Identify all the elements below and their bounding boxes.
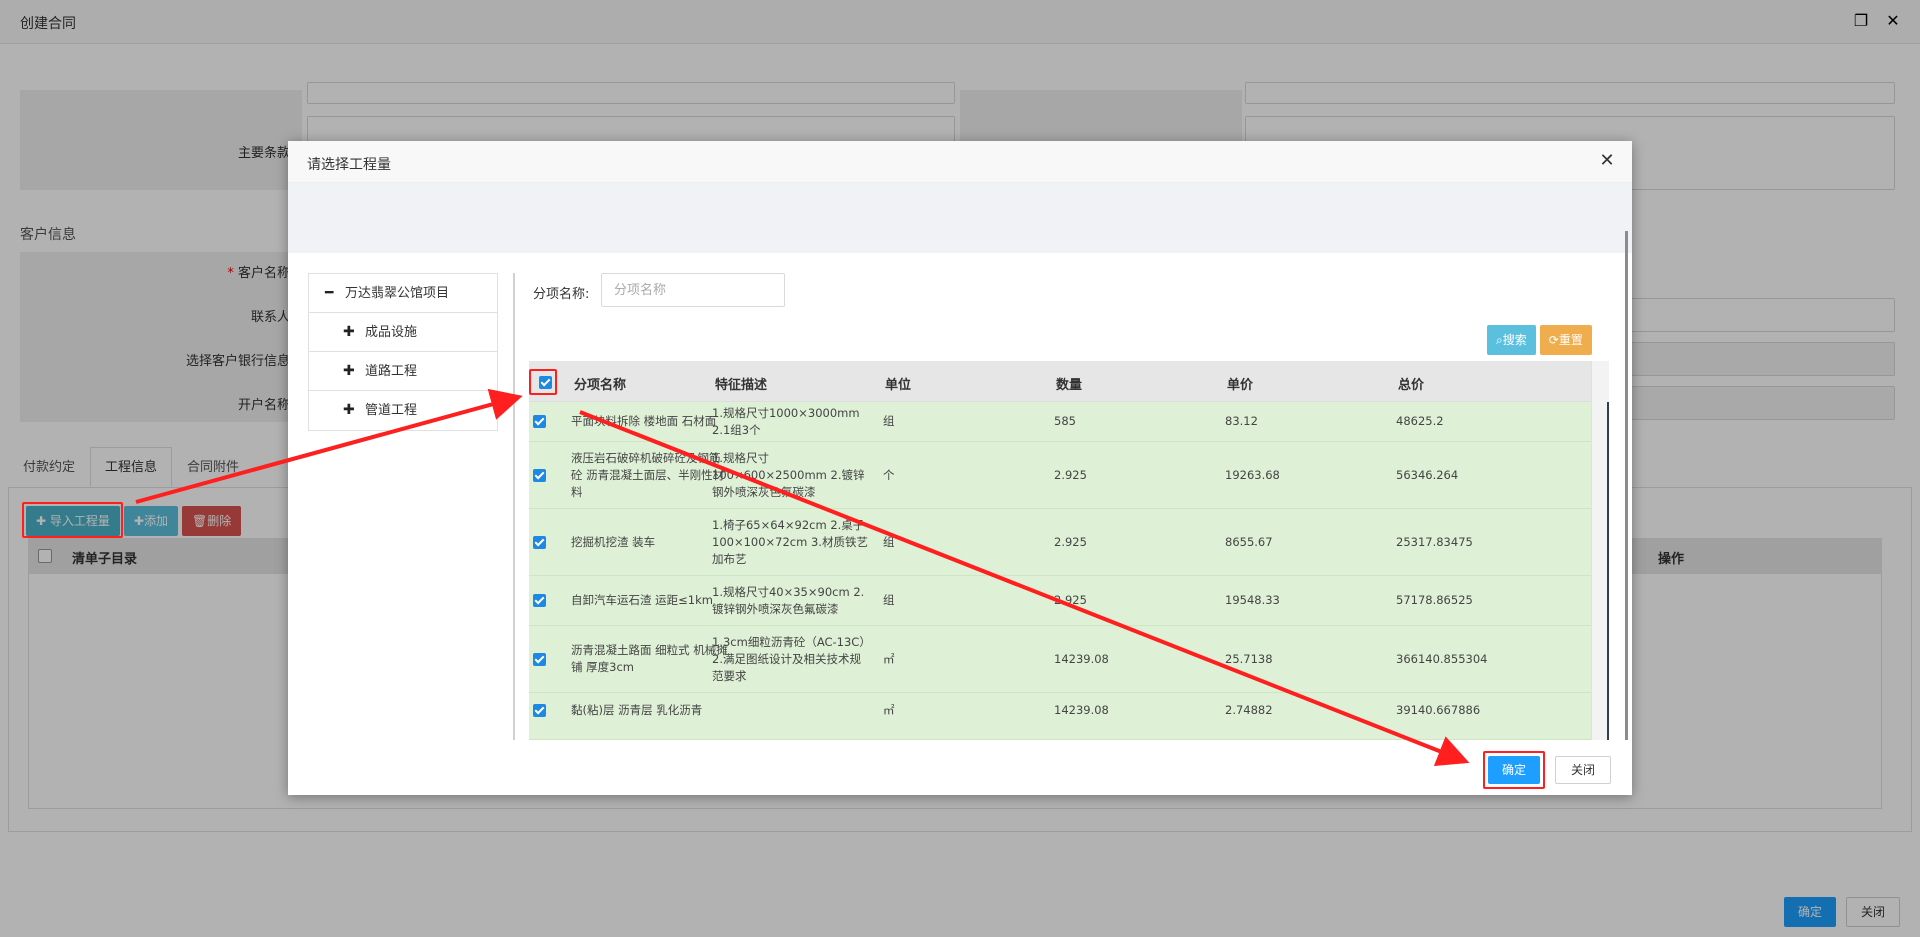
cell-item-name: 黏(粘)层 沥青层 乳化沥青 (571, 703, 703, 717)
item-name-search-input[interactable] (601, 273, 785, 307)
search-button[interactable]: ⌕搜索 (1487, 325, 1536, 355)
tree-item-label: 管道工程 (365, 403, 418, 418)
cell-quantity: 14239.08 (1054, 703, 1109, 717)
col-description: 特征描述 (715, 378, 768, 393)
cell-quantity: 2.925 (1054, 593, 1087, 607)
cell-quantity: 2.925 (1054, 468, 1087, 482)
reset-button[interactable]: ⟳重置 (1539, 325, 1592, 355)
row-checkbox[interactable] (533, 536, 546, 549)
select-quantities-dialog: 请选择工程量 ✕ ━ 万达翡翠公馆项目 ✚ 成品设施 ✚ 道路工程 ✚ 管道工程… (288, 141, 1632, 795)
search-actions: ⌕搜索 ⟳重置 (1487, 325, 1592, 355)
cell-total: 25317.83475 (1396, 535, 1473, 549)
dialog-ok-button[interactable]: 确定 (1488, 756, 1540, 784)
search-icon: ⌕ (1496, 333, 1503, 347)
search-button-label: 搜索 (1502, 333, 1527, 347)
cell-unit-price: 19263.68 (1225, 468, 1280, 482)
table-header: 分项名称 特征描述 单位 数量 单价 总价 (529, 361, 1591, 402)
cell-item-name: 液压岩石破碎机破碎砼及钢筋砼 沥青混凝土面层、半刚性材料 (571, 451, 725, 499)
cell-unit-price: 19548.33 (1225, 593, 1280, 607)
row-checkbox[interactable] (533, 469, 546, 482)
minus-icon[interactable]: ━ (325, 274, 333, 313)
col-item-name: 分项名称 (574, 378, 627, 393)
tree-item-label: 成品设施 (365, 325, 418, 340)
cell-item-name: 平面块料拆除 楼地面 石材面 (571, 414, 717, 428)
cell-unit: 组 (883, 593, 895, 607)
cell-description: 1.规格尺寸1000×3000mm 2.1组3个 (712, 406, 860, 437)
refresh-icon: ⟳ (1548, 333, 1559, 347)
dialog-footer: 确定 关闭 (288, 740, 1632, 795)
cell-total: 56346.264 (1396, 468, 1459, 482)
close-icon[interactable]: ✕ (1596, 150, 1618, 172)
cell-description: 1.3cm细粒沥青砼（AC-13C）2.满足图纸设计及相关技术规范要求 (712, 635, 871, 683)
col-unit-price: 单价 (1227, 378, 1254, 393)
tree-divider (513, 273, 515, 740)
search-label: 分项名称: (533, 287, 590, 302)
cell-item-name: 自卸汽车运石渣 运距≤1km (571, 593, 713, 607)
table-row[interactable]: 挖掘机挖渣 装车 1.椅子65×64×92cm 2.桌子100×100×72cm… (529, 509, 1591, 576)
tree-item-finished-facilities[interactable]: ✚ 成品设施 (309, 313, 497, 352)
table-row[interactable]: 沥青混凝土路面 细粒式 机械摊铺 厚度3cm 1.3cm细粒沥青砼（AC-13C… (529, 626, 1591, 693)
table-scrollbar[interactable] (1591, 361, 1609, 740)
cell-unit-price: 8655.67 (1225, 535, 1273, 549)
row-checkbox[interactable] (533, 704, 546, 717)
plus-icon[interactable]: ✚ (343, 352, 355, 391)
cell-quantity: 14239.08 (1054, 652, 1109, 666)
cell-unit: ㎡ (883, 703, 895, 717)
row-checkbox[interactable] (533, 653, 546, 666)
plus-icon[interactable]: ✚ (343, 391, 355, 430)
cell-unit: 个 (883, 468, 895, 482)
dialog-body: ━ 万达翡翠公馆项目 ✚ 成品设施 ✚ 道路工程 ✚ 管道工程 分项名称: ⌕搜… (288, 253, 1632, 740)
row-checkbox[interactable] (533, 594, 546, 607)
dialog-title: 请选择工程量 (307, 157, 391, 173)
table-row[interactable]: 黏(粘)层 沥青层 乳化沥青 ㎡ 14239.08 2.74882 39140.… (529, 693, 1591, 740)
cell-description: 1.规格尺寸40×35×90cm 2.镀锌钢外喷深灰色氟碳漆 (712, 585, 865, 616)
col-quantity: 数量 (1056, 378, 1083, 393)
dialog-band (288, 183, 1632, 253)
cell-description: 1.规格尺寸100×600×2500mm 2.镀锌钢外喷深灰色氟碳漆 (712, 451, 865, 499)
cell-unit-price: 2.74882 (1225, 703, 1273, 717)
cell-quantity: 2.925 (1054, 535, 1087, 549)
ok-button-highlight: 确定 (1483, 751, 1545, 789)
plus-icon[interactable]: ✚ (343, 313, 355, 352)
tree-root-label: 万达翡翠公馆项目 (345, 286, 450, 301)
dialog-header: 请选择工程量 ✕ (288, 141, 1632, 183)
cell-description: 1.椅子65×64×92cm 2.桌子100×100×72cm 3.材质铁艺加布… (712, 518, 868, 566)
cell-item-name: 挖掘机挖渣 装车 (571, 535, 656, 549)
cell-unit-price: 83.12 (1225, 414, 1258, 428)
cell-item-name: 沥青混凝土路面 细粒式 机械摊铺 厚度3cm (571, 643, 728, 674)
cell-total: 57178.86525 (1396, 593, 1473, 607)
select-all-highlight (529, 369, 557, 395)
tree-item-pipe-works[interactable]: ✚ 管道工程 (309, 391, 497, 430)
reset-button-label: 重置 (1558, 333, 1583, 347)
cell-unit: 组 (883, 535, 895, 549)
select-all-checkbox[interactable] (539, 376, 552, 389)
table-row[interactable]: 自卸汽车运石渣 运距≤1km 1.规格尺寸40×35×90cm 2.镀锌钢外喷深… (529, 576, 1591, 626)
dialog-close-button[interactable]: 关闭 (1555, 756, 1611, 784)
cell-total: 48625.2 (1396, 414, 1444, 428)
tree-item-road-works[interactable]: ✚ 道路工程 (309, 352, 497, 391)
cell-unit: ㎡ (883, 652, 895, 666)
cell-total: 39140.667886 (1396, 703, 1481, 717)
project-tree: ━ 万达翡翠公馆项目 ✚ 成品设施 ✚ 道路工程 ✚ 管道工程 (308, 273, 498, 431)
import-button-highlight (22, 502, 123, 538)
tree-item-root[interactable]: ━ 万达翡翠公馆项目 (309, 274, 497, 313)
col-unit: 单位 (885, 378, 912, 393)
cell-unit: 组 (883, 414, 895, 428)
row-checkbox[interactable] (533, 415, 546, 428)
cell-total: 366140.855304 (1396, 652, 1488, 666)
table-scrollbar-thumb[interactable] (1607, 402, 1609, 740)
dialog-scrollbar[interactable] (1625, 231, 1628, 740)
cell-unit-price: 25.7138 (1225, 652, 1273, 666)
table-row[interactable]: 平面块料拆除 楼地面 石材面 1.规格尺寸1000×3000mm 2.1组3个 … (529, 402, 1591, 442)
quantities-table: 分项名称 特征描述 单位 数量 单价 总价 平面块料拆除 楼地面 石材面 1.规… (529, 361, 1609, 740)
tree-item-label: 道路工程 (365, 364, 418, 379)
table-row[interactable]: 液压岩石破碎机破碎砼及钢筋砼 沥青混凝土面层、半刚性材料 1.规格尺寸100×6… (529, 442, 1591, 509)
cell-quantity: 585 (1054, 414, 1076, 428)
col-total: 总价 (1398, 378, 1425, 393)
